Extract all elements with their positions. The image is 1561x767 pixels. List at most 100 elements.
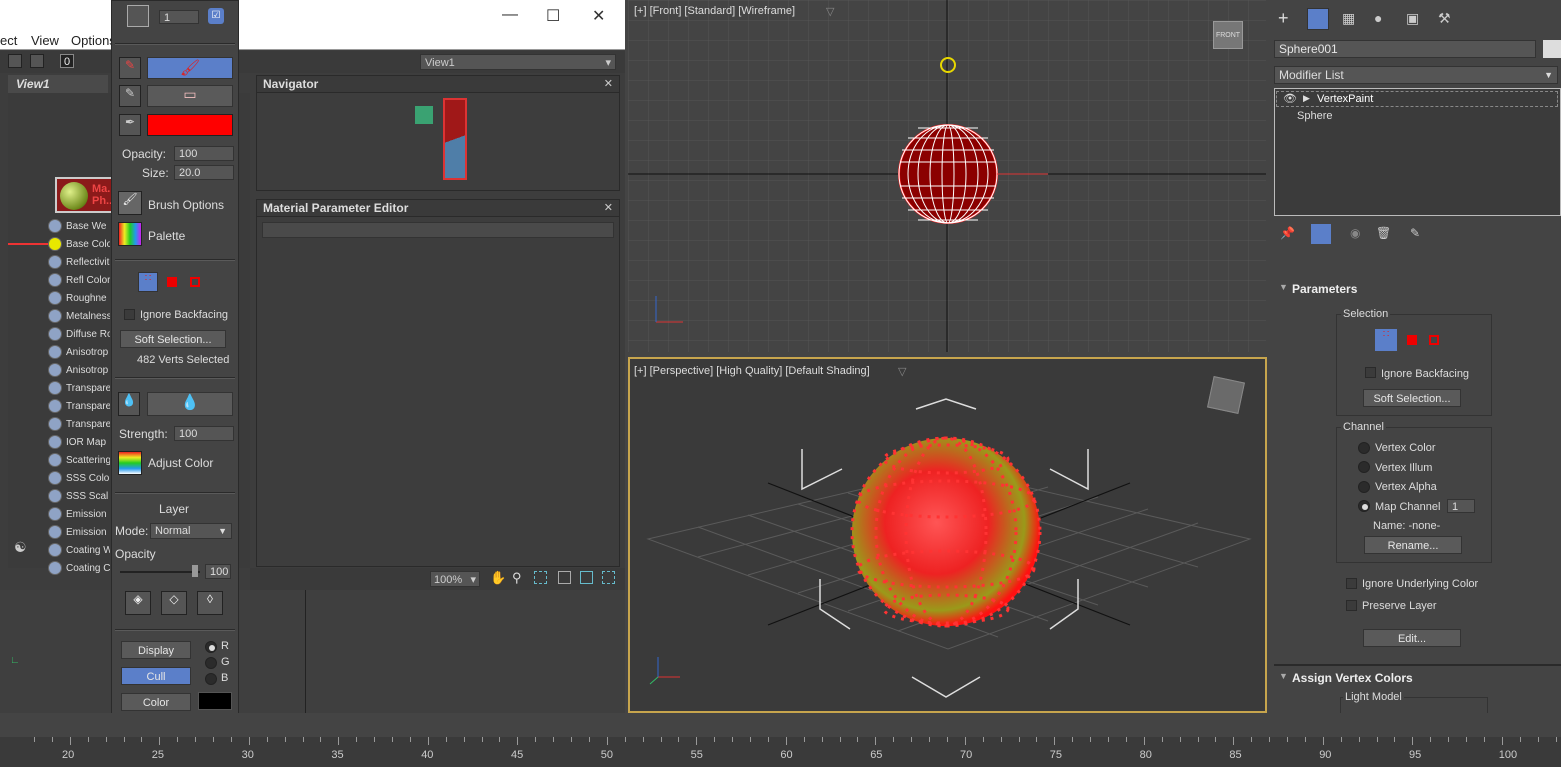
tab-view1[interactable]: View1 <box>8 75 108 93</box>
element-select-icon[interactable] <box>190 277 200 287</box>
ignore-underlying-color-checkbox[interactable] <box>1346 578 1357 589</box>
material-slot[interactable]: SSS Scal <box>48 489 110 505</box>
material-slot[interactable]: Emission <box>48 507 110 523</box>
time-slider-track[interactable] <box>0 713 1561 737</box>
cull-button[interactable]: Cull <box>121 667 191 685</box>
menu-item-options[interactable]: Options <box>71 33 116 48</box>
eye-icon[interactable]: 👁 <box>1283 92 1297 105</box>
layer-opacity-spinner[interactable]: 100 <box>205 564 231 579</box>
material-slot[interactable]: Transpare <box>48 381 110 397</box>
erase-all-icon[interactable]: ✎ <box>119 85 141 107</box>
slot-socket-icon[interactable] <box>48 273 62 288</box>
zoom-extents-icon[interactable] <box>558 571 571 584</box>
motion-tab-icon[interactable]: ● <box>1374 10 1382 26</box>
palette-label[interactable]: Palette <box>148 229 185 243</box>
material-slot[interactable]: Diffuse Ro <box>48 327 110 343</box>
material-slot[interactable]: Roughne <box>48 291 110 307</box>
map-channel-radio[interactable] <box>1358 500 1370 512</box>
condense-layers-icon[interactable]: ◊ <box>197 591 223 615</box>
show-end-result-icon[interactable] <box>1311 224 1331 244</box>
erase-brush-button[interactable]: ▭ <box>147 85 233 107</box>
material-slot[interactable]: Anisotrop <box>48 345 110 361</box>
zero-button[interactable]: 0 <box>60 54 74 68</box>
make-unique-icon[interactable]: ◉ <box>1350 226 1360 240</box>
rename-button[interactable]: Rename... <box>1364 536 1462 554</box>
material-slot[interactable]: IOR Map <box>48 435 110 451</box>
expand-arrow-icon[interactable]: ▶ <box>1303 93 1310 104</box>
perspective-viewport[interactable]: [+] [Perspective] [High Quality] [Defaul… <box>628 357 1267 713</box>
slot-socket-icon[interactable] <box>48 291 62 306</box>
slot-socket-icon[interactable] <box>48 327 62 342</box>
palette-icon[interactable] <box>118 222 142 246</box>
blur-drop-icon[interactable]: 💧 <box>118 392 140 416</box>
delete-layer-icon[interactable]: ◇ <box>161 591 187 615</box>
material-slot[interactable]: Anisotrop <box>48 363 110 379</box>
maximize-icon[interactable]: ☐ <box>546 6 560 26</box>
adjust-color-icon[interactable] <box>118 451 142 475</box>
checker-icon[interactable] <box>30 54 44 68</box>
color-button[interactable]: Color <box>121 693 191 711</box>
slot-socket-icon[interactable] <box>48 507 62 522</box>
material-slot[interactable]: Scattering <box>48 453 110 469</box>
paint-all-icon[interactable]: ✎ <box>119 57 141 79</box>
remove-modifier-icon[interactable]: 🗑 <box>1376 226 1391 240</box>
color-picker-icon[interactable]: ✒ <box>119 114 141 136</box>
slot-socket-icon[interactable] <box>48 345 62 360</box>
ignore-backfacing-checkbox[interactable] <box>1365 367 1376 378</box>
slot-socket-icon[interactable] <box>48 255 62 270</box>
soft-selection-button[interactable]: Soft Selection... <box>120 330 226 348</box>
front-viewport-label[interactable]: [+] [Front] [Standard] [Wireframe] <box>634 5 795 17</box>
menu-item-select[interactable]: ect <box>0 33 17 48</box>
material-slot[interactable]: Coating C <box>48 561 110 577</box>
paint-color-swatch[interactable] <box>147 114 233 136</box>
object-color-swatch[interactable] <box>1543 40 1561 58</box>
strength-spinner[interactable]: 100 <box>174 426 234 441</box>
slot-socket-icon[interactable] <box>48 237 62 252</box>
slot-socket-icon[interactable] <box>48 381 62 396</box>
close-icon[interactable]: ✕ <box>604 77 613 90</box>
preserve-layer-checkbox[interactable] <box>1346 600 1357 611</box>
ignore-backfacing-checkbox[interactable] <box>124 309 135 320</box>
close-icon[interactable]: ✕ <box>604 201 613 214</box>
face-select-icon[interactable] <box>167 277 177 287</box>
slot-socket-icon[interactable] <box>48 489 62 504</box>
parameters-rollout-title[interactable]: Parameters <box>1292 282 1357 296</box>
material-slot[interactable]: Reflectivit <box>48 255 110 271</box>
slot-socket-icon[interactable] <box>48 363 62 378</box>
filter-icon[interactable]: ▽ <box>826 5 834 18</box>
display-color-swatch[interactable] <box>198 692 232 710</box>
slider-handle[interactable] <box>192 565 198 577</box>
timeline[interactable]: 20 25 30 35 40 45 50 55 60 65 70 75 80 85 90 95 100 <box>0 713 1561 767</box>
map-channel-spinner[interactable]: 1 <box>1447 499 1475 513</box>
view-dropdown[interactable]: View1 ▾ <box>420 54 616 70</box>
vertex-select-icon[interactable]: ∷ <box>1375 329 1397 351</box>
left-viewport[interactable]: ∟ <box>0 590 625 713</box>
vertex-illum-radio[interactable] <box>1358 461 1370 473</box>
channel-r-radio[interactable] <box>205 641 217 653</box>
zoom-dropdown[interactable]: 100% ▾ <box>430 571 480 587</box>
menu-item-view[interactable]: View <box>31 33 59 48</box>
stack-item-sphere[interactable]: Sphere <box>1297 110 1332 122</box>
modifier-list-dropdown[interactable]: Modifier List ▼ <box>1274 66 1558 84</box>
element-select-icon[interactable] <box>1429 335 1439 345</box>
edit-button[interactable]: Edit... <box>1363 629 1461 647</box>
mode-dropdown[interactable]: Normal ▼ <box>150 523 232 539</box>
assign-vertex-colors-rollout-title[interactable]: Assign Vertex Colors <box>1292 671 1413 685</box>
zoom-selected-icon[interactable] <box>580 571 593 584</box>
zoom-region-icon[interactable] <box>534 571 547 584</box>
lock-icon[interactable]: ☑ <box>208 8 224 24</box>
soft-selection-button[interactable]: Soft Selection... <box>1363 389 1461 407</box>
close-icon[interactable]: ✕ <box>592 6 605 26</box>
hierarchy-tab-icon[interactable]: ▦ <box>1342 10 1355 27</box>
adjust-color-label[interactable]: Adjust Color <box>148 456 213 470</box>
count-spinner[interactable]: 1 <box>159 10 199 24</box>
create-tab-icon[interactable]: + <box>1278 8 1289 29</box>
channel-b-radio[interactable] <box>205 673 217 685</box>
size-spinner[interactable]: 20.0 <box>174 165 234 180</box>
select-tool-icon[interactable] <box>8 54 22 68</box>
material-slot[interactable]: Emission <box>48 525 110 541</box>
brush-options-icon[interactable]: 🖌 <box>118 191 142 215</box>
layer-opacity-slider[interactable] <box>120 571 200 573</box>
slot-socket-icon[interactable] <box>48 417 62 432</box>
vertex-alpha-radio[interactable] <box>1358 481 1370 493</box>
